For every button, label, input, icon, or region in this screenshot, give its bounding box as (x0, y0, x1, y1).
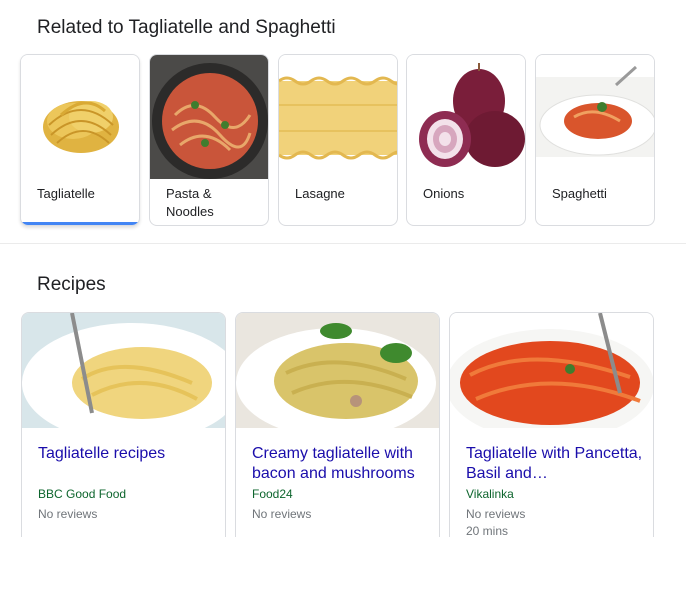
related-section-title: Related to Tagliatelle and Spaghetti (37, 17, 336, 38)
recipes-section-title: Recipes (37, 274, 106, 295)
recipe-reviews-1: No reviews (38, 507, 98, 521)
recipe-image-2 (236, 313, 439, 428)
entity-card-onions[interactable]: Onions (406, 54, 526, 226)
recipe-source-1: BBC Good Food (38, 487, 127, 501)
recipe-image-3 (450, 313, 653, 428)
recipe-title-3[interactable]: Tagliatelle with Pancetta, Basil and… (466, 444, 646, 484)
recipe-card-1[interactable]: Tagliatelle recipes BBC Good Food No rev… (21, 312, 226, 552)
entity-card-spaghetti[interactable]: Spaghetti (535, 54, 655, 226)
spaghetti-image (536, 55, 654, 179)
recipe-card-2[interactable]: Creamy tagliatelle with bacon and mushro… (235, 312, 440, 552)
selected-indicator (21, 222, 139, 225)
onions-image (407, 55, 525, 179)
entity-label-lasagne: Lasagne (295, 186, 345, 201)
entity-label-pasta-noodles: Pasta & Noodles (166, 186, 214, 219)
lasagne-image (279, 55, 397, 179)
entity-card-pasta-noodles[interactable]: Pasta & Noodles (149, 54, 269, 226)
recipe-reviews-3: No reviews (466, 507, 526, 521)
recipe-reviews-2: No reviews (252, 507, 312, 521)
recipe-title-2[interactable]: Creamy tagliatelle with bacon and mushro… (252, 444, 432, 484)
tagliatelle-image (21, 55, 139, 179)
recipe-card-3[interactable]: Tagliatelle with Pancetta, Basil and… Vi… (449, 312, 654, 552)
entity-card-lasagne[interactable]: Lasagne (278, 54, 398, 226)
entity-label-spaghetti: Spaghetti (552, 186, 607, 201)
recipe-image-1 (22, 313, 225, 428)
entity-card-tagliatelle[interactable]: Tagliatelle (20, 54, 140, 226)
pasta-noodles-image (150, 55, 268, 179)
recipe-title-1[interactable]: Tagliatelle recipes (38, 444, 218, 464)
recipe-source-3: Vikalinka (466, 487, 514, 501)
bottom-whitespace (0, 537, 686, 608)
recipe-source-2: Food24 (252, 487, 293, 501)
entity-label-onions: Onions (423, 186, 465, 201)
recipe-time-3: 20 mins (466, 524, 509, 538)
entity-label-tagliatelle: Tagliatelle (37, 186, 95, 201)
section-divider (0, 243, 686, 244)
